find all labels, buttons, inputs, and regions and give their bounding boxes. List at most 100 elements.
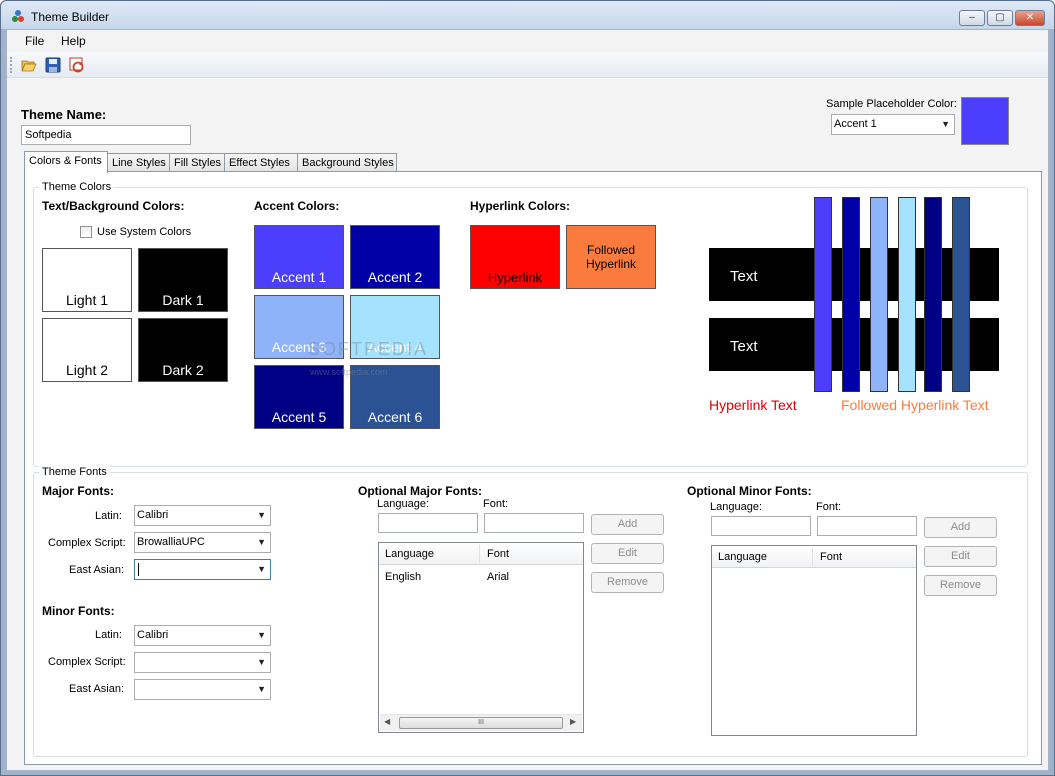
optional-major-font-input[interactable] <box>484 513 584 533</box>
optional-major-font-label: Font: <box>483 498 509 510</box>
app-window: Theme Builder – ▢ ✕ File Help Theme Name… <box>0 0 1055 776</box>
list-item[interactable]: English Arial <box>379 569 583 587</box>
preview-accent-4-bar <box>898 197 916 392</box>
col-separator <box>812 548 813 566</box>
tab-panel-colors-fonts: Theme Colors Text/Background Colors: Use… <box>24 171 1042 765</box>
swatch-label: Dark 2 <box>162 362 204 378</box>
list-header: Language Font <box>379 543 583 565</box>
scroll-right-icon[interactable]: ▶ <box>570 717 576 726</box>
tab-fill-styles[interactable]: Fill Styles <box>169 153 225 173</box>
text-cursor <box>138 563 139 576</box>
preview-accent-3-bar <box>870 197 888 392</box>
preview-text-2: Text <box>730 338 758 355</box>
major-complex-select[interactable]: BrowalliaUPC ▼ <box>134 532 271 553</box>
cell-language: English <box>385 571 422 583</box>
swatch-dark-1[interactable]: Dark 1 <box>138 248 228 312</box>
major-east-label: East Asian: <box>69 564 125 576</box>
swatch-accent-1[interactable]: Accent 1 <box>254 225 344 289</box>
tab-background-styles[interactable]: Background Styles <box>297 153 397 173</box>
optional-minor-font-input[interactable] <box>817 516 917 536</box>
theme-colors-title: Theme Colors <box>39 181 115 193</box>
scroll-left-icon[interactable]: ◀ <box>384 717 390 726</box>
swatch-label: Accent 1 <box>271 269 327 285</box>
refresh-icon[interactable] <box>69 57 85 73</box>
swatch-label: Light 1 <box>65 292 109 308</box>
optional-minor-remove-button[interactable]: Remove <box>924 575 997 596</box>
col-language[interactable]: Language <box>385 548 434 560</box>
tab-colors-fonts[interactable]: Colors & Fonts <box>24 151 108 173</box>
theme-fonts-group: Theme Fonts Major Fonts: Latin: Calibri ▼… <box>33 466 1028 757</box>
swatch-dark-2[interactable]: Dark 2 <box>138 318 228 382</box>
folder-open-icon[interactable] <box>21 57 37 73</box>
use-system-colors-label[interactable]: Use System Colors <box>97 226 191 238</box>
cell-font: Arial <box>487 571 510 583</box>
watermark-text: SOFTPEDIA <box>308 339 429 359</box>
optional-minor-heading: Optional Minor Fonts: <box>687 484 812 498</box>
chevron-down-icon: ▼ <box>941 119 950 129</box>
menu-file[interactable]: File <box>25 34 44 48</box>
preview-text-1: Text <box>730 268 758 285</box>
minor-complex-select[interactable]: ▼ <box>134 652 271 673</box>
text-bg-heading: Text/Background Colors: <box>42 199 185 213</box>
optional-major-add-button[interactable]: Add <box>591 514 664 535</box>
tab-effect-styles[interactable]: Effect Styles <box>224 153 298 173</box>
accent-heading: Accent Colors: <box>254 199 340 213</box>
optional-major-edit-button[interactable]: Edit <box>591 543 664 564</box>
scroll-grip: III <box>478 719 484 726</box>
swatch-followed-hyperlink[interactable]: Followed Hyperlink <box>566 225 656 289</box>
tab-line-styles[interactable]: Line Styles <box>107 153 170 173</box>
title-bar[interactable]: Theme Builder – ▢ ✕ <box>1 1 1054 29</box>
swatch-accent-2[interactable]: Accent 2 <box>350 225 440 289</box>
sample-placeholder-label: Sample Placeholder Color: <box>826 98 957 110</box>
col-font[interactable]: Font <box>820 551 842 563</box>
swatch-label: Accent 5 <box>271 409 327 425</box>
minimize-button[interactable]: – <box>959 10 985 26</box>
minor-complex-label: Complex Script: <box>48 656 126 668</box>
preview-accent-5-bar <box>924 197 942 392</box>
swatch-light-2[interactable]: Light 2 <box>42 318 132 382</box>
optional-minor-language-input[interactable] <box>711 516 811 536</box>
theme-name-label: Theme Name: <box>21 107 107 122</box>
menu-bar: File Help <box>7 30 1048 52</box>
menu-help[interactable]: Help <box>61 34 86 48</box>
swatch-light-1[interactable]: Light 1 <box>42 248 132 312</box>
major-complex-value: BrowalliaUPC <box>137 536 205 548</box>
swatch-label: Accent 6 <box>367 409 423 425</box>
major-latin-label: Latin: <box>95 510 122 522</box>
optional-major-heading: Optional Major Fonts: <box>358 484 482 498</box>
major-latin-value: Calibri <box>137 509 169 521</box>
swatch-label: Light 2 <box>65 362 109 378</box>
client-area: File Help Theme Name: Softpedia Sample P… <box>6 29 1049 771</box>
col-font[interactable]: Font <box>487 548 509 560</box>
toolbar-grip-icon[interactable] <box>10 57 12 73</box>
scroll-thumb[interactable]: III <box>399 717 563 729</box>
col-language[interactable]: Language <box>718 551 767 563</box>
close-button[interactable]: ✕ <box>1015 10 1045 26</box>
optional-major-fonts-list[interactable]: Language Font English Arial ◀ III ▶ <box>378 542 584 733</box>
theme-colors-group: Theme Colors Text/Background Colors: Use… <box>33 181 1028 467</box>
swatch-hyperlink[interactable]: Hyperlink <box>470 225 560 289</box>
optional-minor-edit-button[interactable]: Edit <box>924 546 997 567</box>
app-icon <box>12 10 24 22</box>
optional-minor-add-button[interactable]: Add <box>924 517 997 538</box>
minor-latin-label: Latin: <box>95 629 122 641</box>
minor-east-select[interactable]: ▼ <box>134 679 271 700</box>
major-latin-select[interactable]: Calibri ▼ <box>134 505 271 526</box>
minor-latin-select[interactable]: Calibri ▼ <box>134 625 271 646</box>
watermark-url: www.softpedia.com <box>310 367 388 377</box>
sample-placeholder-value: Accent 1 <box>834 118 877 130</box>
major-fonts-heading: Major Fonts: <box>42 484 114 498</box>
preview-accent-2-bar <box>842 197 860 392</box>
major-east-select[interactable]: ▼ <box>134 559 271 580</box>
optional-major-language-input[interactable] <box>378 513 478 533</box>
use-system-colors-checkbox[interactable] <box>80 226 92 238</box>
save-icon[interactable] <box>45 57 61 73</box>
sample-placeholder-select[interactable]: Accent 1 ▼ <box>831 114 955 135</box>
maximize-button[interactable]: ▢ <box>987 10 1013 26</box>
horizontal-scrollbar[interactable]: ◀ III ▶ <box>380 714 582 731</box>
optional-minor-fonts-list[interactable]: Language Font <box>711 545 917 736</box>
theme-name-input[interactable]: Softpedia <box>21 125 191 145</box>
optional-major-remove-button[interactable]: Remove <box>591 572 664 593</box>
col-separator <box>479 545 480 563</box>
minor-latin-value: Calibri <box>137 629 169 641</box>
